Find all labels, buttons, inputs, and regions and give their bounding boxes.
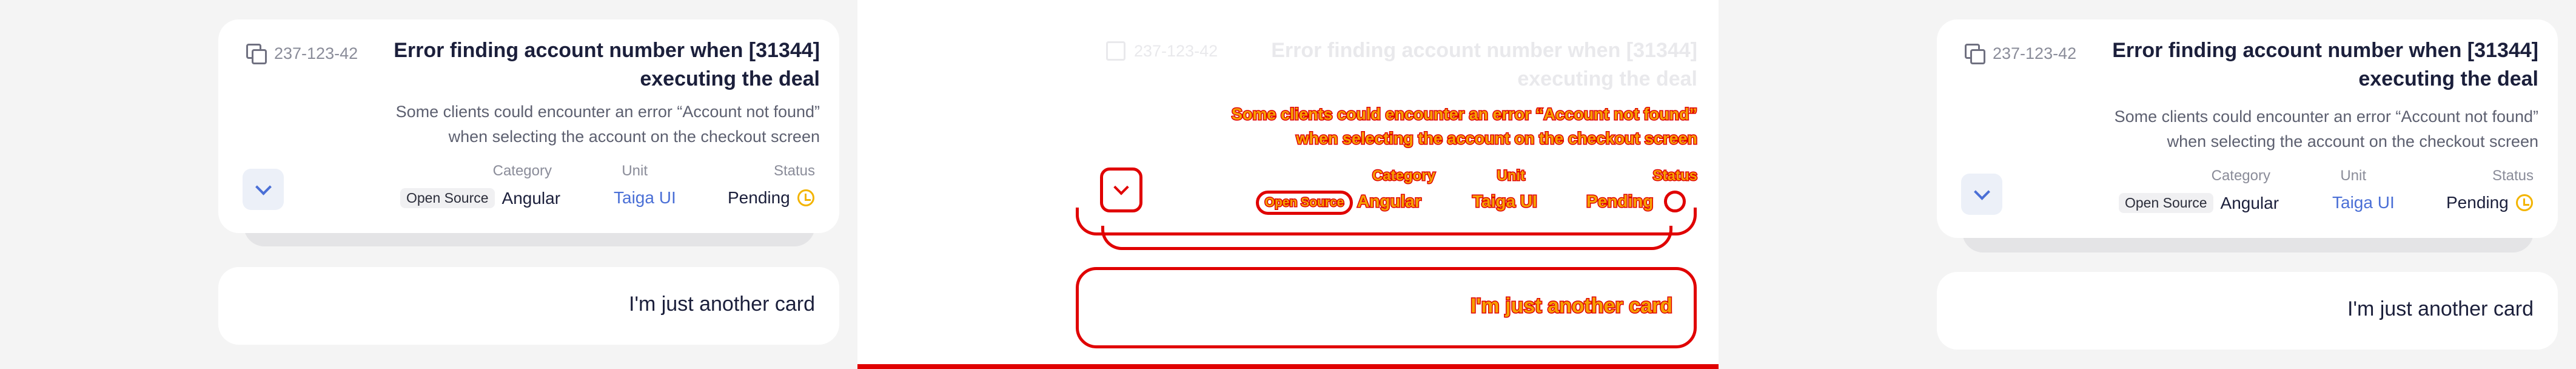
category-value: Open Source Angular bbox=[400, 188, 560, 208]
issue-id-row[interactable]: 237-123-42 bbox=[246, 44, 358, 64]
pending-clock-icon bbox=[797, 189, 814, 206]
pending-clock-icon bbox=[2515, 194, 2533, 211]
description-2-line-2: when selecting the account on the checko… bbox=[2167, 132, 2538, 151]
category-label-2: Category bbox=[2211, 168, 2270, 184]
issue-title-line-2: executing the deal bbox=[640, 67, 820, 90]
outline-category-label: Category bbox=[1371, 167, 1436, 185]
issue-id-2: 237-123-42 bbox=[1993, 44, 2077, 63]
issue-title-line-1: Error finding account number when [31344… bbox=[394, 39, 820, 62]
issue-description-2: Some clients could encounter an error “A… bbox=[2115, 104, 2538, 154]
ghost-title: Error finding account number when [31344… bbox=[1271, 36, 1697, 93]
issue-title-2: Error finding account number when [31344… bbox=[2112, 36, 2538, 93]
issue-id: 237-123-42 bbox=[274, 44, 358, 63]
outline-stack-shadow bbox=[1101, 226, 1672, 250]
status-text: Pending bbox=[728, 188, 790, 207]
outline-expand-button[interactable] bbox=[1100, 168, 1142, 212]
outline-unit-label: Unit bbox=[1496, 167, 1526, 185]
chevron-down-icon bbox=[1973, 183, 1990, 200]
unit-link[interactable]: Taiga UI bbox=[614, 188, 676, 208]
outline-chevron-down-icon bbox=[1113, 180, 1129, 195]
unit-text[interactable]: Taiga UI bbox=[614, 188, 676, 208]
ghost-title-line-2: executing the deal bbox=[1517, 67, 1697, 90]
status-label: Status bbox=[773, 163, 815, 179]
outline-desc-line-2: when selecting the account on the checko… bbox=[1295, 129, 1699, 149]
panel-normal: 237-123-42 Error finding account number … bbox=[0, 0, 857, 369]
another-card-2: I'm just another card bbox=[1937, 272, 2558, 350]
expand-button-2[interactable] bbox=[1961, 174, 2002, 215]
outline-another-card: I'm just another card bbox=[1076, 267, 1697, 348]
another-card: I'm just another card bbox=[218, 267, 839, 345]
copy-icon[interactable] bbox=[246, 44, 267, 64]
ghost-id-row: 237-123-42 bbox=[1106, 41, 1218, 61]
unit-label: Unit bbox=[622, 163, 648, 179]
outline-description: Some clients could encounter an error “A… bbox=[1230, 102, 1699, 151]
description-line-1: Some clients could encounter an error “A… bbox=[395, 103, 820, 121]
expand-button[interactable] bbox=[243, 169, 284, 210]
ghost-copy-icon bbox=[1106, 41, 1125, 61]
issue-card: 237-123-42 Error finding account number … bbox=[218, 19, 839, 233]
status-text-2: Pending bbox=[2446, 193, 2509, 212]
issue-id-row-2[interactable]: 237-123-42 bbox=[1965, 44, 2077, 64]
unit-text-2[interactable]: Taiga UI bbox=[2332, 193, 2395, 212]
description-2-line-1: Some clients could encounter an error “A… bbox=[2114, 107, 2538, 126]
ghost-id: 237-123-42 bbox=[1134, 41, 1218, 60]
another-card-text-2: I'm just another card bbox=[2347, 297, 2534, 320]
issue-description: Some clients could encounter an error “A… bbox=[396, 100, 820, 149]
outline-desc-line-1: Some clients could encounter an error “A… bbox=[1230, 104, 1698, 124]
open-source-chip-2: Open Source bbox=[2119, 193, 2213, 213]
another-card-text: I'm just another card bbox=[629, 293, 815, 316]
status-label-2: Status bbox=[2492, 168, 2534, 184]
category-label: Category bbox=[492, 163, 552, 179]
category-text: Angular bbox=[501, 188, 561, 208]
category-text-2: Angular bbox=[2220, 193, 2279, 212]
unit-link-2[interactable]: Taiga UI bbox=[2332, 193, 2395, 212]
open-source-chip: Open Source bbox=[400, 188, 495, 208]
issue-card-2: 237-123-42 Error finding account number … bbox=[1937, 19, 2558, 238]
status-value-2: Pending bbox=[2446, 193, 2533, 212]
outline-status-label: Status bbox=[1652, 167, 1698, 185]
chevron-down-icon bbox=[255, 178, 272, 195]
outline-another-card-text: I'm just another card bbox=[1469, 294, 1673, 319]
ghost-title-line-1: Error finding account number when [31344… bbox=[1271, 39, 1697, 62]
issue-title-2-line-2: executing the deal bbox=[2358, 67, 2538, 90]
issue-title: Error finding account number when [31344… bbox=[394, 36, 820, 93]
copy-icon[interactable] bbox=[1965, 44, 1985, 64]
panel-shifted: 237-123-42 Error finding account number … bbox=[1719, 0, 2576, 369]
category-value-2: Open Source Angular bbox=[2119, 193, 2279, 213]
description-line-2: when selecting the account on the checko… bbox=[448, 127, 820, 146]
status-value: Pending bbox=[728, 188, 814, 208]
panel-outline: 237-123-42 Error finding account number … bbox=[857, 0, 1719, 369]
issue-title-2-line-1: Error finding account number when [31344… bbox=[2112, 39, 2538, 62]
outline-bottom-bar bbox=[857, 364, 1719, 369]
unit-label-2: Unit bbox=[2340, 168, 2366, 184]
